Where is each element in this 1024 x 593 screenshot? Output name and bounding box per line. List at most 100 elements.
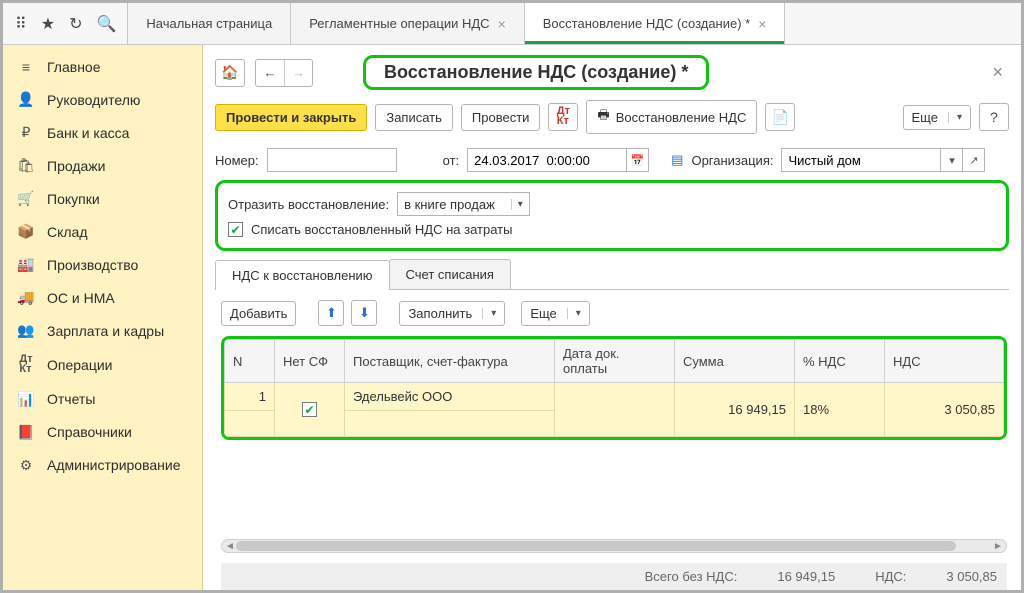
tab-vat-restore[interactable]: Восстановление НДС (создание) *× <box>524 3 786 44</box>
close-icon[interactable]: × <box>758 16 766 32</box>
post-button[interactable]: Провести <box>461 104 541 131</box>
move-down-button[interactable]: ⬇ <box>351 300 377 326</box>
journal-icon[interactable]: ▤ <box>671 152 683 168</box>
sidebar-item-main[interactable]: ≡Главное <box>3 51 202 83</box>
cell-pay-date[interactable] <box>555 383 675 437</box>
nav-back-forward: ← → <box>255 59 313 87</box>
col-no-sf[interactable]: Нет СФ <box>275 340 345 383</box>
org-label: Организация: <box>691 153 773 168</box>
from-label: от: <box>443 153 460 168</box>
dtkt-button[interactable]: ДтКт <box>548 103 578 131</box>
sidebar-item-catalogs[interactable]: 📕Справочники <box>3 416 202 449</box>
total-vat-label: НДС: <box>875 569 906 584</box>
cart-icon: 🛒 <box>17 190 35 207</box>
org-input[interactable] <box>781 148 941 172</box>
col-vat[interactable]: НДС <box>885 340 1004 383</box>
total-vat: 3 050,85 <box>946 569 997 584</box>
detail-tabs: НДС к восстановлению Счет списания <box>215 259 1009 290</box>
system-icons: ⠿ ★ ↻ 🔍 <box>3 3 128 44</box>
cell-vat-pct[interactable]: 18% <box>795 383 885 437</box>
back-button[interactable]: ← <box>256 60 284 86</box>
chevron-down-icon: ▾ <box>948 112 962 123</box>
col-sum[interactable]: Сумма <box>675 340 795 383</box>
print-button[interactable]: 🖶Восстановление НДС <box>586 100 757 134</box>
history-icon[interactable]: ↻ <box>69 14 82 34</box>
scroll-thumb[interactable] <box>236 541 956 551</box>
sidebar-item-reports[interactable]: 📊Отчеты <box>3 383 202 416</box>
scroll-left-icon[interactable]: ◄ <box>224 540 236 552</box>
horizontal-scrollbar[interactable]: ◄ ► <box>221 539 1007 553</box>
writeoff-checkbox[interactable]: ✔ <box>228 222 243 237</box>
factory-icon: 🏭 <box>17 256 35 273</box>
org-open-button[interactable]: ↗ <box>963 148 985 172</box>
gear-icon: ⚙ <box>17 457 35 474</box>
cell-invoice[interactable] <box>345 411 555 437</box>
cell-supplier[interactable]: Эдельвейс ООО <box>345 383 555 411</box>
col-n[interactable]: N <box>225 340 275 383</box>
main-panel: 🏠 ← → Восстановление НДС (создание) * × … <box>203 45 1021 590</box>
grid-row[interactable]: 1 ✔ Эдельвейс ООО 16 949,15 18% 3 050,85 <box>225 383 1004 411</box>
sidebar-item-sales[interactable]: 🛍Продажи <box>3 149 202 182</box>
cell-n-sub[interactable] <box>225 411 275 437</box>
grid-toolbar: Добавить ⬆ ⬇ Заполнить▾ Еще▾ <box>203 290 1021 332</box>
tab-vat-ops[interactable]: Регламентные операции НДС× <box>290 3 525 44</box>
scroll-right-icon[interactable]: ► <box>992 540 1004 552</box>
close-icon[interactable]: × <box>498 16 506 32</box>
sidebar: ≡Главное 👤Руководителю ₽Банк и касса 🛍Пр… <box>3 45 203 590</box>
attach-button[interactable]: 📄 <box>765 103 795 131</box>
home-button[interactable]: 🏠 <box>215 59 245 87</box>
ruble-icon: ₽ <box>17 124 35 141</box>
calendar-button[interactable]: 📅 <box>627 148 649 172</box>
chevron-down-icon: ▾ <box>567 308 581 319</box>
cell-n[interactable]: 1 <box>225 383 275 411</box>
reflect-select[interactable]: в книге продаж ▾ <box>397 192 530 216</box>
col-vat-pct[interactable]: % НДС <box>795 340 885 383</box>
post-and-close-button[interactable]: Провести и закрыть <box>215 104 367 131</box>
search-icon[interactable]: 🔍 <box>96 14 116 34</box>
box-icon: 📦 <box>17 223 35 240</box>
fill-button[interactable]: Заполнить▾ <box>399 301 505 326</box>
sidebar-item-production[interactable]: 🏭Производство <box>3 248 202 281</box>
grid-more-button[interactable]: Еще▾ <box>521 301 589 326</box>
star-icon[interactable]: ★ <box>41 14 55 34</box>
page-title: Восстановление НДС (создание) * <box>363 55 709 90</box>
tab-writeoff-account[interactable]: Счет списания <box>389 259 511 289</box>
sidebar-item-hr[interactable]: 👥Зарплата и кадры <box>3 314 202 347</box>
number-input[interactable] <box>267 148 397 172</box>
tab-vat-to-restore[interactable]: НДС к восстановлению <box>215 260 390 290</box>
sidebar-item-purchases[interactable]: 🛒Покупки <box>3 182 202 215</box>
more-button[interactable]: Еще▾ <box>903 105 971 130</box>
sidebar-item-admin[interactable]: ⚙Администрирование <box>3 449 202 482</box>
total-label: Всего без НДС: <box>645 569 738 584</box>
bag-icon: 🛍 <box>17 157 35 174</box>
col-pay-date[interactable]: Дата док. оплаты <box>555 340 675 383</box>
restore-settings-block: Отразить восстановление: в книге продаж … <box>215 180 1009 251</box>
close-page-button[interactable]: × <box>986 62 1009 83</box>
move-up-button[interactable]: ⬆ <box>318 300 344 326</box>
write-button[interactable]: Записать <box>375 104 453 131</box>
sidebar-item-operations[interactable]: ДтКтОперации <box>3 347 202 383</box>
grid-header-row: N Нет СФ Поставщик, счет-фактура Дата до… <box>225 340 1004 383</box>
add-button[interactable]: Добавить <box>221 301 296 326</box>
chevron-down-icon: ▾ <box>482 308 496 319</box>
writeoff-label: Списать восстановленный НДС на затраты <box>251 222 512 237</box>
sidebar-item-warehouse[interactable]: 📦Склад <box>3 215 202 248</box>
cell-sum[interactable]: 16 949,15 <box>675 383 795 437</box>
sidebar-item-assets[interactable]: 🚚ОС и НМА <box>3 281 202 314</box>
date-input[interactable] <box>467 148 627 172</box>
sidebar-item-manager[interactable]: 👤Руководителю <box>3 83 202 116</box>
check-icon[interactable]: ✔ <box>302 402 317 417</box>
help-button[interactable]: ? <box>979 103 1009 131</box>
form-toolbar: Провести и закрыть Записать Провести ДтК… <box>203 96 1021 144</box>
col-supplier[interactable]: Поставщик, счет-фактура <box>345 340 555 383</box>
user-icon: 👤 <box>17 91 35 108</box>
org-dropdown-button[interactable]: ▾ <box>941 148 963 172</box>
people-icon: 👥 <box>17 322 35 339</box>
cell-vat[interactable]: 3 050,85 <box>885 383 1004 437</box>
menu-icon: ≡ <box>17 59 35 75</box>
tab-home[interactable]: Начальная страница <box>127 3 291 44</box>
forward-button[interactable]: → <box>284 60 312 86</box>
apps-grid-icon[interactable]: ⠿ <box>15 14 27 34</box>
sidebar-item-bank[interactable]: ₽Банк и касса <box>3 116 202 149</box>
cell-no-sf[interactable]: ✔ <box>275 383 345 437</box>
